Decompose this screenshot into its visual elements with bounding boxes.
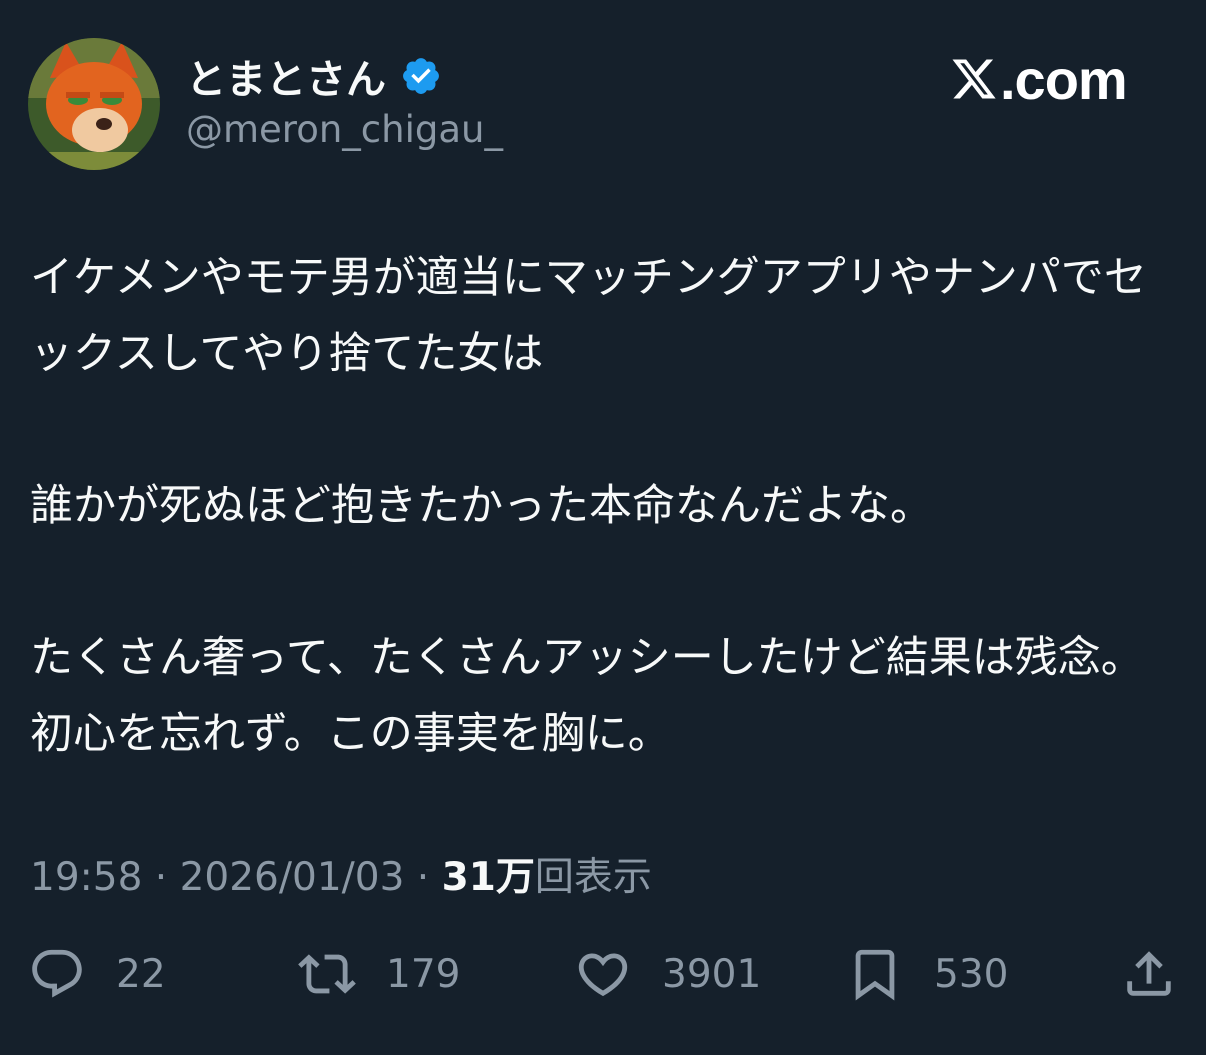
author-handle[interactable]: @meron_chigau_ bbox=[186, 108, 503, 151]
bookmark-button[interactable]: 530 bbox=[846, 942, 1008, 1006]
author-display-name[interactable]: とまとさん bbox=[186, 47, 386, 105]
tweet-time[interactable]: 19:58 bbox=[30, 855, 142, 900]
tweet-date[interactable]: 2026/01/03 bbox=[180, 855, 405, 900]
bookmark-icon bbox=[855, 949, 895, 1001]
action-bar: 22 179 3901 530 bbox=[28, 942, 1178, 1006]
repost-button[interactable]: 179 bbox=[298, 942, 460, 1006]
views-count: 31万 bbox=[441, 855, 535, 900]
tweet-meta: 19:58 · 2026/01/03 · 31万回表示 bbox=[30, 846, 652, 902]
tweet-paragraph: 誰かが死ぬほど抱きたかった本命なんだよな。 bbox=[30, 481, 933, 531]
x-logo-icon bbox=[952, 59, 996, 99]
bookmark-count: 530 bbox=[934, 951, 1009, 997]
share-button[interactable] bbox=[1120, 942, 1178, 1006]
meta-separator: · bbox=[404, 855, 442, 900]
tweet-paragraph: イケメンやモテ男が適当にマッチングアプリやナンパでセックスしてやり捨てた女は bbox=[30, 253, 1147, 379]
repost-count: 179 bbox=[386, 951, 461, 997]
like-count: 3901 bbox=[662, 951, 762, 997]
reply-button[interactable]: 22 bbox=[28, 942, 166, 1006]
tweet-paragraph: たくさん奢って、たくさんアッシーしたけど結果は残念。 初心を忘れず。この事実を胸… bbox=[30, 633, 1158, 759]
tweet-text: イケメンやモテ男が適当にマッチングアプリやナンパでセックスしてやり捨てた女は 誰… bbox=[30, 240, 1180, 772]
x-com-brand: .com bbox=[950, 44, 1128, 114]
repost-arrows-icon bbox=[298, 954, 356, 994]
author-display-name-row[interactable]: とまとさん bbox=[186, 47, 442, 105]
avatar[interactable] bbox=[28, 38, 160, 170]
like-button[interactable]: 3901 bbox=[574, 942, 761, 1006]
views-label: 回表示 bbox=[534, 855, 652, 900]
fox-character-avatar bbox=[28, 38, 160, 170]
reply-count: 22 bbox=[116, 951, 166, 997]
share-upload-icon bbox=[1127, 951, 1171, 996]
reply-bubble-icon bbox=[32, 949, 82, 998]
brand-domain: .com bbox=[1000, 47, 1128, 111]
verified-badge-icon[interactable] bbox=[400, 55, 442, 97]
meta-separator: · bbox=[142, 855, 180, 900]
heart-icon bbox=[578, 953, 628, 997]
